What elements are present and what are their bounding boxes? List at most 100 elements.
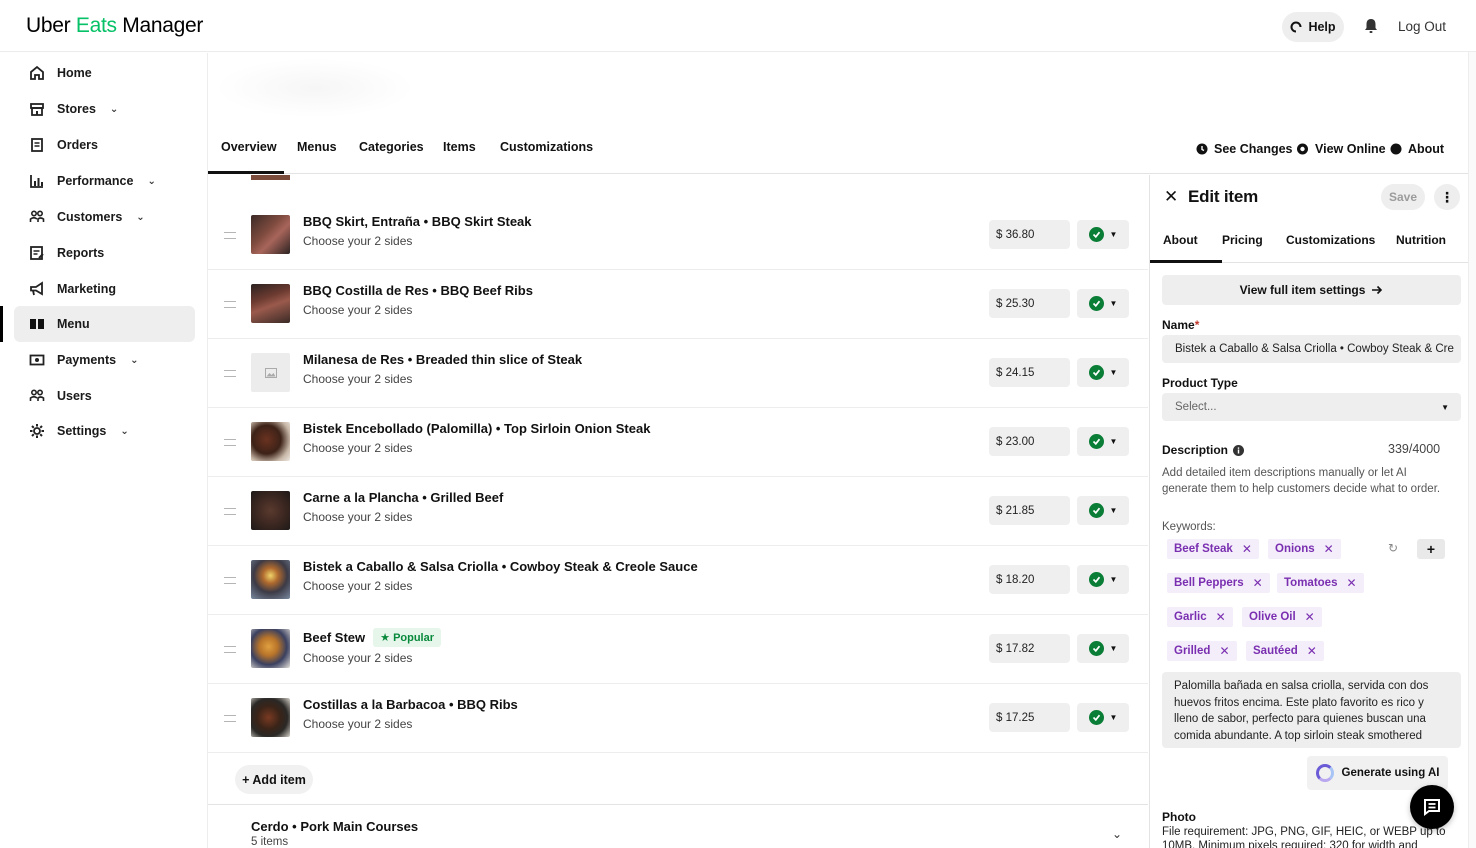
item-name[interactable]: Beef Stew ★ Popular bbox=[303, 628, 442, 647]
logout-link[interactable]: Log Out bbox=[1398, 19, 1446, 34]
drag-handle-icon[interactable] bbox=[224, 439, 236, 446]
drag-handle-icon[interactable] bbox=[224, 301, 236, 308]
sidebar-item-users[interactable]: Users bbox=[14, 378, 195, 414]
price-input[interactable]: $ 17.82 bbox=[989, 634, 1070, 663]
sidebar-item-settings[interactable]: Settings ⌄ bbox=[14, 413, 195, 449]
item-name[interactable]: Bistek Encebollado (Palomilla) • Top Sir… bbox=[303, 421, 650, 436]
price-input[interactable]: $ 36.80 bbox=[989, 220, 1070, 249]
close-icon[interactable]: ✕ bbox=[1164, 187, 1178, 207]
tab-overview[interactable]: Overview bbox=[208, 140, 284, 174]
tab-customizations[interactable]: Customizations bbox=[500, 140, 593, 154]
more-options-icon[interactable]: ⋮ bbox=[1434, 184, 1460, 210]
drag-handle-icon[interactable] bbox=[224, 370, 236, 377]
drag-handle-icon[interactable] bbox=[224, 715, 236, 722]
keyword-chip[interactable]: Olive Oil ✕ bbox=[1242, 607, 1322, 627]
availability-dropdown[interactable]: ▼ bbox=[1077, 427, 1129, 456]
save-button[interactable]: Save bbox=[1381, 184, 1425, 210]
page-scrollbar[interactable] bbox=[1468, 52, 1476, 848]
keyword-chip[interactable]: Tomatoes ✕ bbox=[1277, 573, 1364, 593]
drag-handle-icon[interactable] bbox=[224, 232, 236, 239]
notification-bell-icon[interactable] bbox=[1362, 17, 1380, 35]
refresh-icon[interactable]: ↻ bbox=[1388, 541, 1398, 555]
table-row[interactable]: Milanesa de Res • Breaded thin slice of … bbox=[208, 339, 1148, 408]
item-name[interactable]: Carne a la Plancha • Grilled Beef bbox=[303, 490, 503, 505]
item-photo[interactable] bbox=[251, 284, 290, 323]
availability-dropdown[interactable]: ▼ bbox=[1077, 289, 1129, 318]
keyword-chip[interactable]: Garlic ✕ bbox=[1167, 607, 1233, 627]
drag-handle-icon[interactable] bbox=[224, 508, 236, 515]
name-input[interactable]: Bistek a Caballo & Salsa Criolla • Cowbo… bbox=[1162, 335, 1461, 363]
availability-dropdown[interactable]: ▼ bbox=[1077, 496, 1129, 525]
item-name[interactable]: BBQ Costilla de Res • BBQ Beef Ribs bbox=[303, 283, 533, 298]
keyword-chip[interactable]: Grilled ✕ bbox=[1167, 641, 1237, 661]
product-type-select[interactable]: Select... ▼ bbox=[1162, 393, 1461, 421]
view-full-settings-button[interactable]: View full item settings bbox=[1162, 275, 1461, 305]
sidebar-item-stores[interactable]: Stores ⌄ bbox=[14, 91, 195, 127]
sidebar-item-menu[interactable]: Menu bbox=[0, 306, 195, 342]
remove-keyword-icon[interactable]: ✕ bbox=[1219, 644, 1229, 658]
availability-dropdown[interactable]: ▼ bbox=[1077, 634, 1129, 663]
price-input[interactable]: $ 24.15 bbox=[989, 358, 1070, 387]
sidebar-item-payments[interactable]: Payments ⌄ bbox=[14, 342, 195, 378]
item-photo-placeholder[interactable] bbox=[251, 353, 290, 392]
view-online-button[interactable]: View Online bbox=[1296, 142, 1386, 156]
price-input[interactable]: $ 18.20 bbox=[989, 565, 1070, 594]
tab-pricing[interactable]: Pricing bbox=[1222, 233, 1263, 247]
remove-keyword-icon[interactable]: ✕ bbox=[1242, 542, 1252, 556]
item-name[interactable]: Milanesa de Res • Breaded thin slice of … bbox=[303, 352, 582, 367]
item-photo[interactable] bbox=[251, 491, 290, 530]
see-changes-button[interactable]: See Changes bbox=[1196, 142, 1293, 156]
table-row[interactable]: BBQ Costilla de Res • BBQ Beef Ribs Choo… bbox=[208, 270, 1148, 339]
sidebar-item-customers[interactable]: Customers ⌄ bbox=[14, 199, 195, 235]
remove-keyword-icon[interactable]: ✕ bbox=[1324, 542, 1334, 556]
item-photo[interactable] bbox=[251, 215, 290, 254]
remove-keyword-icon[interactable]: ✕ bbox=[1346, 576, 1356, 590]
remove-keyword-icon[interactable]: ✕ bbox=[1253, 576, 1263, 590]
availability-dropdown[interactable]: ▼ bbox=[1077, 703, 1129, 732]
remove-keyword-icon[interactable]: ✕ bbox=[1307, 644, 1317, 658]
price-input[interactable]: $ 21.85 bbox=[989, 496, 1070, 525]
chat-support-button[interactable] bbox=[1410, 785, 1454, 829]
sidebar-item-performance[interactable]: Performance ⌄ bbox=[14, 163, 195, 199]
sidebar-item-reports[interactable]: Reports bbox=[14, 235, 195, 271]
sidebar-item-orders[interactable]: Orders bbox=[14, 127, 195, 163]
item-photo[interactable] bbox=[251, 560, 290, 599]
description-textarea[interactable]: Palomilla bañada en salsa criolla, servi… bbox=[1162, 672, 1461, 748]
tab-categories[interactable]: Categories bbox=[359, 140, 424, 154]
uber-eats-manager-logo[interactable]: Uber Eats Manager bbox=[26, 14, 203, 38]
item-photo[interactable] bbox=[251, 698, 290, 737]
tab-nutrition[interactable]: Nutrition bbox=[1396, 233, 1446, 247]
item-name[interactable]: Costillas a la Barbacoa • BBQ Ribs bbox=[303, 697, 518, 712]
add-keyword-button[interactable]: + bbox=[1417, 539, 1445, 559]
table-row[interactable]: Bistek a Caballo & Salsa Criolla • Cowbo… bbox=[208, 546, 1148, 615]
availability-dropdown[interactable]: ▼ bbox=[1077, 358, 1129, 387]
keyword-chip[interactable]: Onions ✕ bbox=[1268, 539, 1341, 559]
help-button[interactable]: Help bbox=[1282, 12, 1344, 42]
sidebar-item-home[interactable]: Home bbox=[14, 55, 195, 91]
keyword-chip[interactable]: Sautéed ✕ bbox=[1246, 641, 1324, 661]
drag-handle-icon[interactable] bbox=[224, 646, 236, 653]
chevron-down-icon[interactable]: ⌄ bbox=[1112, 827, 1122, 841]
price-input[interactable]: $ 17.25 bbox=[989, 703, 1070, 732]
remove-keyword-icon[interactable]: ✕ bbox=[1305, 610, 1315, 624]
keyword-chip[interactable]: Beef Steak ✕ bbox=[1167, 539, 1259, 559]
keyword-chip[interactable]: Bell Peppers ✕ bbox=[1167, 573, 1270, 593]
availability-dropdown[interactable]: ▼ bbox=[1077, 220, 1129, 249]
price-input[interactable]: $ 23.00 bbox=[989, 427, 1070, 456]
price-input[interactable]: $ 25.30 bbox=[989, 289, 1070, 318]
sidebar-item-marketing[interactable]: Marketing bbox=[14, 271, 195, 307]
tab-about[interactable]: About bbox=[1150, 233, 1222, 263]
table-row[interactable]: Beef Stew ★ Popular Choose your 2 sides $… bbox=[208, 615, 1148, 684]
category-title[interactable]: Cerdo • Pork Main Courses bbox=[251, 819, 418, 834]
table-row[interactable]: BBQ Skirt, Entraña • BBQ Skirt Steak Cho… bbox=[208, 201, 1148, 270]
tab-customizations[interactable]: Customizations bbox=[1286, 233, 1375, 247]
info-icon[interactable] bbox=[1233, 444, 1245, 456]
table-row[interactable]: Bistek Encebollado (Palomilla) • Top Sir… bbox=[208, 408, 1148, 477]
remove-keyword-icon[interactable]: ✕ bbox=[1216, 610, 1226, 624]
availability-dropdown[interactable]: ▼ bbox=[1077, 565, 1129, 594]
item-photo[interactable] bbox=[251, 422, 290, 461]
table-row[interactable]: Costillas a la Barbacoa • BBQ Ribs Choos… bbox=[208, 684, 1148, 753]
add-item-button[interactable]: + Add item bbox=[235, 765, 313, 794]
about-button[interactable]: About bbox=[1390, 142, 1444, 156]
drag-handle-icon[interactable] bbox=[224, 577, 236, 584]
